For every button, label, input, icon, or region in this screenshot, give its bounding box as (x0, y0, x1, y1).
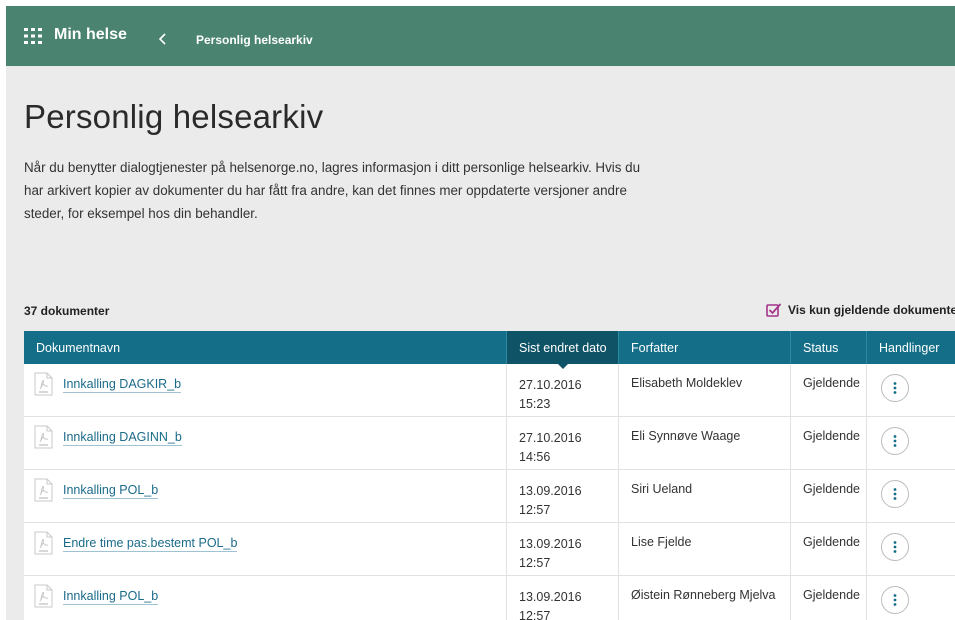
document-name-cell: Innkalling POL_b (24, 470, 506, 522)
document-link[interactable]: Innkalling DAGINN_b (63, 430, 182, 446)
actions-cell (866, 523, 955, 575)
documents-table: Dokumentnavn Sist endret dato Forfatter … (24, 331, 955, 620)
actions-cell (866, 364, 955, 416)
document-name-cell: Innkalling DAGINN_b (24, 417, 506, 469)
date-cell: 13.09.2016 12:57 (506, 576, 618, 620)
filter-label: Vis kun gjeldende dokumenter (788, 303, 955, 317)
status-cell: Gjeldende (790, 364, 866, 416)
date-cell: 13.09.2016 12:57 (506, 470, 618, 522)
intro-text: Når du benytter dialogtjenester på helse… (24, 156, 724, 225)
top-bar: Min helse Personlig helsearkiv (6, 6, 955, 66)
actions-cell (866, 470, 955, 522)
vertical-dots-icon (893, 594, 897, 606)
column-header-actions: Handlinger (866, 331, 955, 364)
author-cell: Øistein Rønneberg Mjelva (618, 576, 790, 620)
apps-grid-icon[interactable] (24, 28, 42, 44)
pdf-file-icon (34, 478, 53, 502)
time-value: 12:57 (519, 556, 551, 570)
more-actions-button[interactable] (881, 374, 909, 402)
table-body: Innkalling DAGKIR_b 27.10.2016 15:23 Eli… (24, 364, 955, 620)
status-cell: Gjeldende (790, 470, 866, 522)
date-value: 27.10.2016 (519, 431, 582, 445)
more-actions-button[interactable] (881, 533, 909, 561)
table-header: Dokumentnavn Sist endret dato Forfatter … (24, 331, 955, 369)
document-count: 37 dokumenter (24, 304, 110, 318)
current-only-filter[interactable]: Vis kun gjeldende dokumenter (766, 302, 955, 318)
pdf-file-icon (34, 584, 53, 608)
vertical-dots-icon (893, 435, 897, 447)
table-row: Innkalling DAGKIR_b 27.10.2016 15:23 Eli… (24, 364, 955, 417)
date-value: 27.10.2016 (519, 378, 582, 392)
table-row: Innkalling POL_b 13.09.2016 12:57 Øistei… (24, 576, 955, 620)
time-value: 14:56 (519, 450, 551, 464)
date-cell: 13.09.2016 12:57 (506, 523, 618, 575)
actions-cell (866, 417, 955, 469)
date-value: 13.09.2016 (519, 537, 582, 551)
pdf-file-icon (34, 425, 53, 449)
checkbox-checked-icon[interactable] (766, 302, 782, 318)
table-row: Endre time pas.bestemt POL_b 13.09.2016 … (24, 523, 955, 576)
time-value: 12:57 (519, 609, 551, 620)
author-cell: Lise Fjelde (618, 523, 790, 575)
column-header-name[interactable]: Dokumentnavn (24, 331, 506, 364)
actions-cell (866, 576, 955, 620)
more-actions-button[interactable] (881, 480, 909, 508)
vertical-dots-icon (893, 488, 897, 500)
document-link[interactable]: Endre time pas.bestemt POL_b (63, 536, 238, 552)
vertical-dots-icon (893, 382, 897, 394)
author-cell: Eli Synnøve Waage (618, 417, 790, 469)
table-row: Innkalling POL_b 13.09.2016 12:57 Siri U… (24, 470, 955, 523)
document-link[interactable]: Innkalling DAGKIR_b (63, 377, 182, 393)
time-value: 15:23 (519, 397, 551, 411)
column-header-date[interactable]: Sist endret dato (506, 331, 618, 369)
document-name-cell: Innkalling DAGKIR_b (24, 364, 506, 416)
chevron-left-icon[interactable] (158, 33, 168, 45)
author-cell: Elisabeth Moldeklev (618, 364, 790, 416)
status-cell: Gjeldende (790, 576, 866, 620)
table-row: Innkalling DAGINN_b 27.10.2016 14:56 Eli… (24, 417, 955, 470)
status-cell: Gjeldende (790, 523, 866, 575)
date-value: 13.09.2016 (519, 590, 582, 604)
app-name-link[interactable]: Min helse (54, 26, 127, 44)
date-cell: 27.10.2016 14:56 (506, 417, 618, 469)
date-value: 13.09.2016 (519, 484, 582, 498)
intro-line: steder, for eksempel hos din behandler. (24, 206, 258, 221)
status-cell: Gjeldende (790, 417, 866, 469)
more-actions-button[interactable] (881, 427, 909, 455)
document-link[interactable]: Innkalling POL_b (63, 589, 159, 605)
column-header-status[interactable]: Status (790, 331, 866, 364)
column-header-author[interactable]: Forfatter (618, 331, 790, 364)
more-actions-button[interactable] (881, 586, 909, 614)
page-title: Personlig helsearkiv (24, 98, 324, 135)
pdf-file-icon (34, 531, 53, 555)
document-name-cell: Innkalling POL_b (24, 576, 506, 620)
author-cell: Siri Ueland (618, 470, 790, 522)
vertical-dots-icon (893, 541, 897, 553)
date-cell: 27.10.2016 15:23 (506, 364, 618, 416)
document-name-cell: Endre time pas.bestemt POL_b (24, 523, 506, 575)
document-link[interactable]: Innkalling POL_b (63, 483, 159, 499)
pdf-file-icon (34, 372, 53, 396)
time-value: 12:57 (519, 503, 551, 517)
intro-line: Når du benytter dialogtjenester på helse… (24, 160, 641, 175)
intro-line: har arkivert kopier av dokumenter du har… (24, 183, 627, 198)
app-frame: Min helse Personlig helsearkiv Personlig… (6, 6, 955, 620)
breadcrumb-current[interactable]: Personlig helsearkiv (196, 33, 313, 47)
